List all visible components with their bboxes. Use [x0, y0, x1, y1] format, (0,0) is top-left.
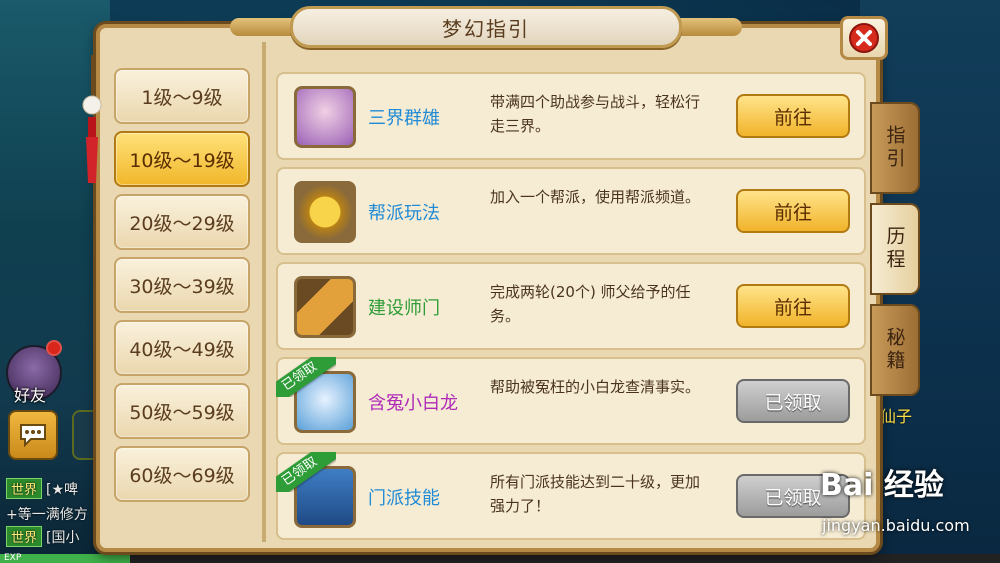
- friend-notification-badge: [46, 340, 62, 356]
- task-name: 建设师门: [368, 298, 440, 319]
- watermark-url: jingyan.baidu.com: [822, 516, 970, 535]
- task-name: 门派技能: [368, 488, 440, 509]
- chat-text: [★啤: [46, 482, 79, 498]
- panel-divider: [262, 42, 266, 542]
- level-tab[interactable]: 30级～39级: [114, 257, 250, 313]
- baidu-watermark: Bai 经验 jingyan.baidu.com: [820, 460, 990, 540]
- title-banner: 梦幻指引: [290, 6, 682, 48]
- tab-history[interactable]: 历程: [870, 203, 920, 295]
- level-tab-active[interactable]: 10级～19级: [114, 131, 250, 187]
- scroll-bundle-icon: [294, 276, 356, 338]
- close-button[interactable]: [840, 16, 888, 60]
- chat-text: +等一满修方: [6, 507, 88, 523]
- level-tab[interactable]: 40级～49级: [114, 320, 250, 376]
- level-tab[interactable]: 50级～59级: [114, 383, 250, 439]
- task-row: 建设师门 完成两轮(20个) 师父给予的任务。 前往: [276, 262, 866, 350]
- task-description: 所有门派技能达到二十级，更加强力了！: [490, 473, 701, 515]
- tab-secrets[interactable]: 秘籍: [870, 304, 920, 396]
- go-button[interactable]: 前往: [736, 189, 850, 233]
- claimed-ribbon: 已领取: [276, 452, 336, 492]
- tassel-ornament-icon: [80, 55, 104, 185]
- chat-text: [国小: [46, 530, 80, 546]
- level-tab[interactable]: 60级～69级: [114, 446, 250, 502]
- task-description: 加入一个帮派，使用帮派频道。: [490, 188, 701, 206]
- chat-line: 世界 [国小: [6, 526, 79, 547]
- go-button[interactable]: 前往: [736, 284, 850, 328]
- close-icon: [849, 23, 879, 53]
- go-button[interactable]: 前往: [736, 94, 850, 138]
- gold-coin-icon: [294, 181, 356, 243]
- chat-channel-tag: 世界: [6, 478, 43, 499]
- task-name: 三界群雄: [368, 108, 440, 129]
- watermark-logo: Bai 经验: [820, 468, 944, 503]
- chat-line: 世界 [★啤: [6, 478, 78, 499]
- chat-channel-tag: 世界: [6, 526, 43, 547]
- claimed-ribbon-label: 已领取: [276, 357, 336, 397]
- level-list: 1级～9级 10级～19级 20级～29级 30级～39级 40级～49级 50…: [110, 64, 255, 534]
- panel-title: 梦幻指引: [442, 16, 530, 41]
- exp-label: EXP: [4, 553, 22, 563]
- claimed-button[interactable]: 已领取: [736, 379, 850, 423]
- task-row: 已领取 含冤小白龙 帮助被冤枉的小白龙查清事实。 已领取: [276, 357, 866, 445]
- task-row: 已领取 门派技能 所有门派技能达到二十级，更加强力了！ 已领取: [276, 452, 866, 540]
- chat-line: +等一满修方: [6, 504, 88, 524]
- tab-guide[interactable]: 指引: [870, 102, 920, 194]
- exp-bar: EXP: [0, 554, 1000, 563]
- chat-button[interactable]: [8, 410, 58, 460]
- task-description: 带满四个助战参与战斗，轻松行走三界。: [490, 93, 701, 135]
- claimed-ribbon: 已领取: [276, 357, 336, 397]
- friend-label: 好友: [14, 386, 47, 405]
- chat-bubble-icon: [20, 424, 46, 447]
- task-name: 帮派玩法: [368, 203, 440, 224]
- task-description: 帮助被冤枉的小白龙查清事实。: [490, 378, 701, 396]
- level-tab[interactable]: 20级～29级: [114, 194, 250, 250]
- warrior-portrait-icon: [294, 86, 356, 148]
- claimed-ribbon-label: 已领取: [276, 452, 336, 492]
- level-tab[interactable]: 1级～9级: [114, 68, 250, 124]
- task-description: 完成两轮(20个) 师父给予的任务。: [490, 283, 691, 325]
- npc-label: 仙子: [880, 407, 913, 426]
- task-row: 帮派玩法 加入一个帮派，使用帮派频道。 前往: [276, 167, 866, 255]
- task-name: 含冤小白龙: [368, 393, 458, 414]
- task-row: 三界群雄 带满四个助战参与战斗，轻松行走三界。 前往: [276, 72, 866, 160]
